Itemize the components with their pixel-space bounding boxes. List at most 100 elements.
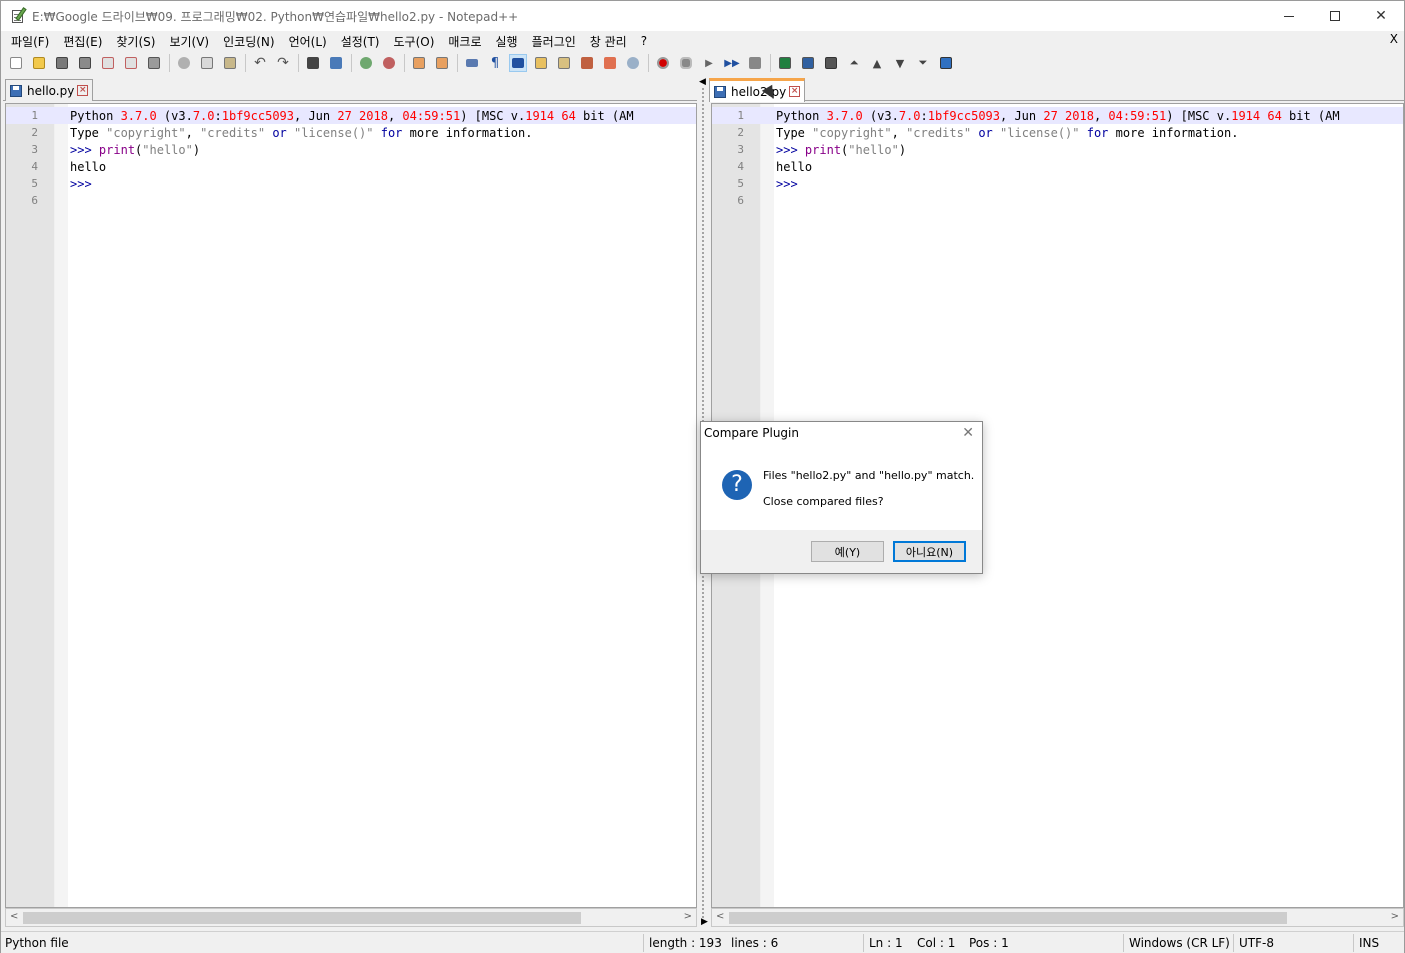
- tab-close-icon[interactable]: ×: [789, 86, 801, 97]
- next-diff-button[interactable]: ▼: [891, 54, 909, 72]
- code-line: 1 Python 3.7.0 (v3.7.0:1bf9cc5093, Jun 27…: [712, 107, 1403, 124]
- code-line: 4 hello: [6, 158, 696, 175]
- zoom-in-button[interactable]: [357, 54, 375, 72]
- find-button[interactable]: [304, 54, 322, 72]
- new-file-button[interactable]: [7, 54, 25, 72]
- first-diff-icon: ⏶: [849, 56, 859, 69]
- stop-macro-button[interactable]: [677, 54, 695, 72]
- menu-settings[interactable]: 설정(T): [334, 33, 387, 50]
- menu-macro[interactable]: 매크로: [441, 33, 488, 50]
- show-all-chars-button[interactable]: ¶: [486, 54, 504, 72]
- scroll-thumb[interactable]: [23, 912, 581, 924]
- compare-lines-button[interactable]: [822, 54, 840, 72]
- code-line: 5 >>>: [712, 175, 1403, 192]
- save-macro-button[interactable]: [746, 54, 764, 72]
- save-all-icon: [79, 57, 91, 69]
- menu-file[interactable]: 파일(F): [4, 33, 56, 50]
- replace-button[interactable]: [327, 54, 345, 72]
- undo-button[interactable]: ↶: [251, 54, 269, 72]
- notepad-app-icon: [10, 7, 27, 24]
- window-title: E:₩Google 드라이브₩09. 프로그래밍₩02. Python₩연습파일…: [32, 9, 519, 24]
- cut-icon: [178, 57, 190, 69]
- menu-view[interactable]: 보기(V): [162, 33, 216, 50]
- scroll-left-icon[interactable]: <: [10, 911, 18, 922]
- function-list-button[interactable]: [578, 54, 596, 72]
- menu-language[interactable]: 언어(L): [282, 33, 334, 50]
- menu-edit[interactable]: 편집(E): [56, 33, 109, 50]
- code-text: >>> print("hello"): [70, 142, 201, 157]
- menu-search[interactable]: 찾기(S): [109, 33, 162, 50]
- udl-button[interactable]: [532, 54, 550, 72]
- indent-guide-button[interactable]: [509, 54, 527, 72]
- menu-tools[interactable]: 도구(O): [387, 33, 442, 50]
- title-bar[interactable]: E:₩Google 드라이브₩09. 프로그래밍₩02. Python₩연습파일…: [1, 1, 1404, 31]
- first-diff-button[interactable]: ⏶: [845, 54, 863, 72]
- menu-run[interactable]: 실행: [489, 33, 525, 50]
- code-lines: 1 Python 3.7.0 (v3.7.0:1bf9cc5093, Jun 27…: [6, 107, 696, 209]
- left-editor-pane: hello.py × 1 Python 3.7.0 (v3.7.0:1bf9cc5…: [3, 77, 697, 929]
- minimize-button[interactable]: [1266, 1, 1312, 31]
- left-editor[interactable]: 1 Python 3.7.0 (v3.7.0:1bf9cc5093, Jun 27…: [5, 103, 697, 908]
- close-document-button[interactable]: X: [1390, 32, 1398, 46]
- prev-diff-button[interactable]: ▲: [868, 54, 886, 72]
- sync-horizontal-button[interactable]: [433, 54, 451, 72]
- yes-button[interactable]: 예(Y): [811, 541, 884, 562]
- tab-hello2-py[interactable]: hello2.py ×: [709, 78, 806, 102]
- maximize-button[interactable]: [1312, 1, 1358, 31]
- sync-vertical-button[interactable]: [410, 54, 428, 72]
- line-number: 5: [737, 177, 744, 190]
- right-horizontal-scrollbar[interactable]: < >: [711, 908, 1404, 927]
- record-macro-button[interactable]: [654, 54, 672, 72]
- splitter-arrow-left-icon[interactable]: ◀: [699, 77, 706, 87]
- clear-compare-button[interactable]: [799, 54, 817, 72]
- splitter-arrow-right-icon[interactable]: ▶: [701, 917, 708, 927]
- no-button[interactable]: 아니요(N): [893, 541, 966, 562]
- status-encoding: UTF-8: [1239, 936, 1274, 950]
- monitoring-icon: [627, 57, 639, 69]
- scroll-right-icon[interactable]: >: [684, 911, 692, 922]
- print-button[interactable]: [145, 54, 163, 72]
- save-all-button[interactable]: [76, 54, 94, 72]
- menu-help[interactable]: ?: [634, 34, 654, 48]
- tab-close-icon[interactable]: ×: [77, 85, 89, 96]
- tab-hello-py[interactable]: hello.py ×: [5, 79, 94, 101]
- save-macro-icon: [749, 57, 761, 69]
- line-number: 6: [31, 194, 38, 207]
- folder-workspace-button[interactable]: [601, 54, 619, 72]
- udl-icon: [535, 57, 547, 69]
- prev-diff-icon: ▲: [872, 56, 882, 70]
- scroll-left-icon[interactable]: <: [716, 911, 724, 922]
- compare-button[interactable]: [776, 54, 794, 72]
- run-macro-multiple-button[interactable]: ▶▶: [723, 54, 741, 72]
- cut-button[interactable]: [175, 54, 193, 72]
- word-wrap-button[interactable]: [463, 54, 481, 72]
- status-length: length : 193: [649, 936, 722, 950]
- menu-plugins[interactable]: 플러그인: [525, 33, 583, 50]
- close-file-button[interactable]: [99, 54, 117, 72]
- toolbar: ↶ ↷ ¶ ▶ ▶▶ ⏶ ▲ ▼ ⏷: [1, 52, 1404, 74]
- left-horizontal-scrollbar[interactable]: < >: [5, 908, 697, 927]
- scroll-thumb[interactable]: [729, 912, 1287, 924]
- sync-horizontal-icon: [436, 57, 448, 69]
- monitoring-button[interactable]: [624, 54, 642, 72]
- code-text: Type "copyright", "credits" or "license(…: [776, 125, 1239, 140]
- minimize-icon: [1284, 15, 1294, 17]
- save-icon: [56, 57, 68, 69]
- zoom-out-button[interactable]: [380, 54, 398, 72]
- close-window-button[interactable]: ✕: [1358, 1, 1404, 31]
- paste-button[interactable]: [221, 54, 239, 72]
- dialog-close-icon[interactable]: ✕: [962, 425, 974, 441]
- navigation-bar-button[interactable]: [937, 54, 955, 72]
- menu-window[interactable]: 창 관리: [583, 33, 634, 50]
- scroll-right-icon[interactable]: >: [1391, 911, 1399, 922]
- menu-encoding[interactable]: 인코딩(N): [216, 33, 281, 50]
- last-diff-button[interactable]: ⏷: [914, 54, 932, 72]
- status-bar: Python file length : 193 lines : 6 Ln : …: [1, 931, 1404, 953]
- copy-button[interactable]: [198, 54, 216, 72]
- play-macro-button[interactable]: ▶: [700, 54, 718, 72]
- redo-button[interactable]: ↷: [274, 54, 292, 72]
- save-button[interactable]: [53, 54, 71, 72]
- close-all-button[interactable]: [122, 54, 140, 72]
- open-file-button[interactable]: [30, 54, 48, 72]
- doc-map-button[interactable]: [555, 54, 573, 72]
